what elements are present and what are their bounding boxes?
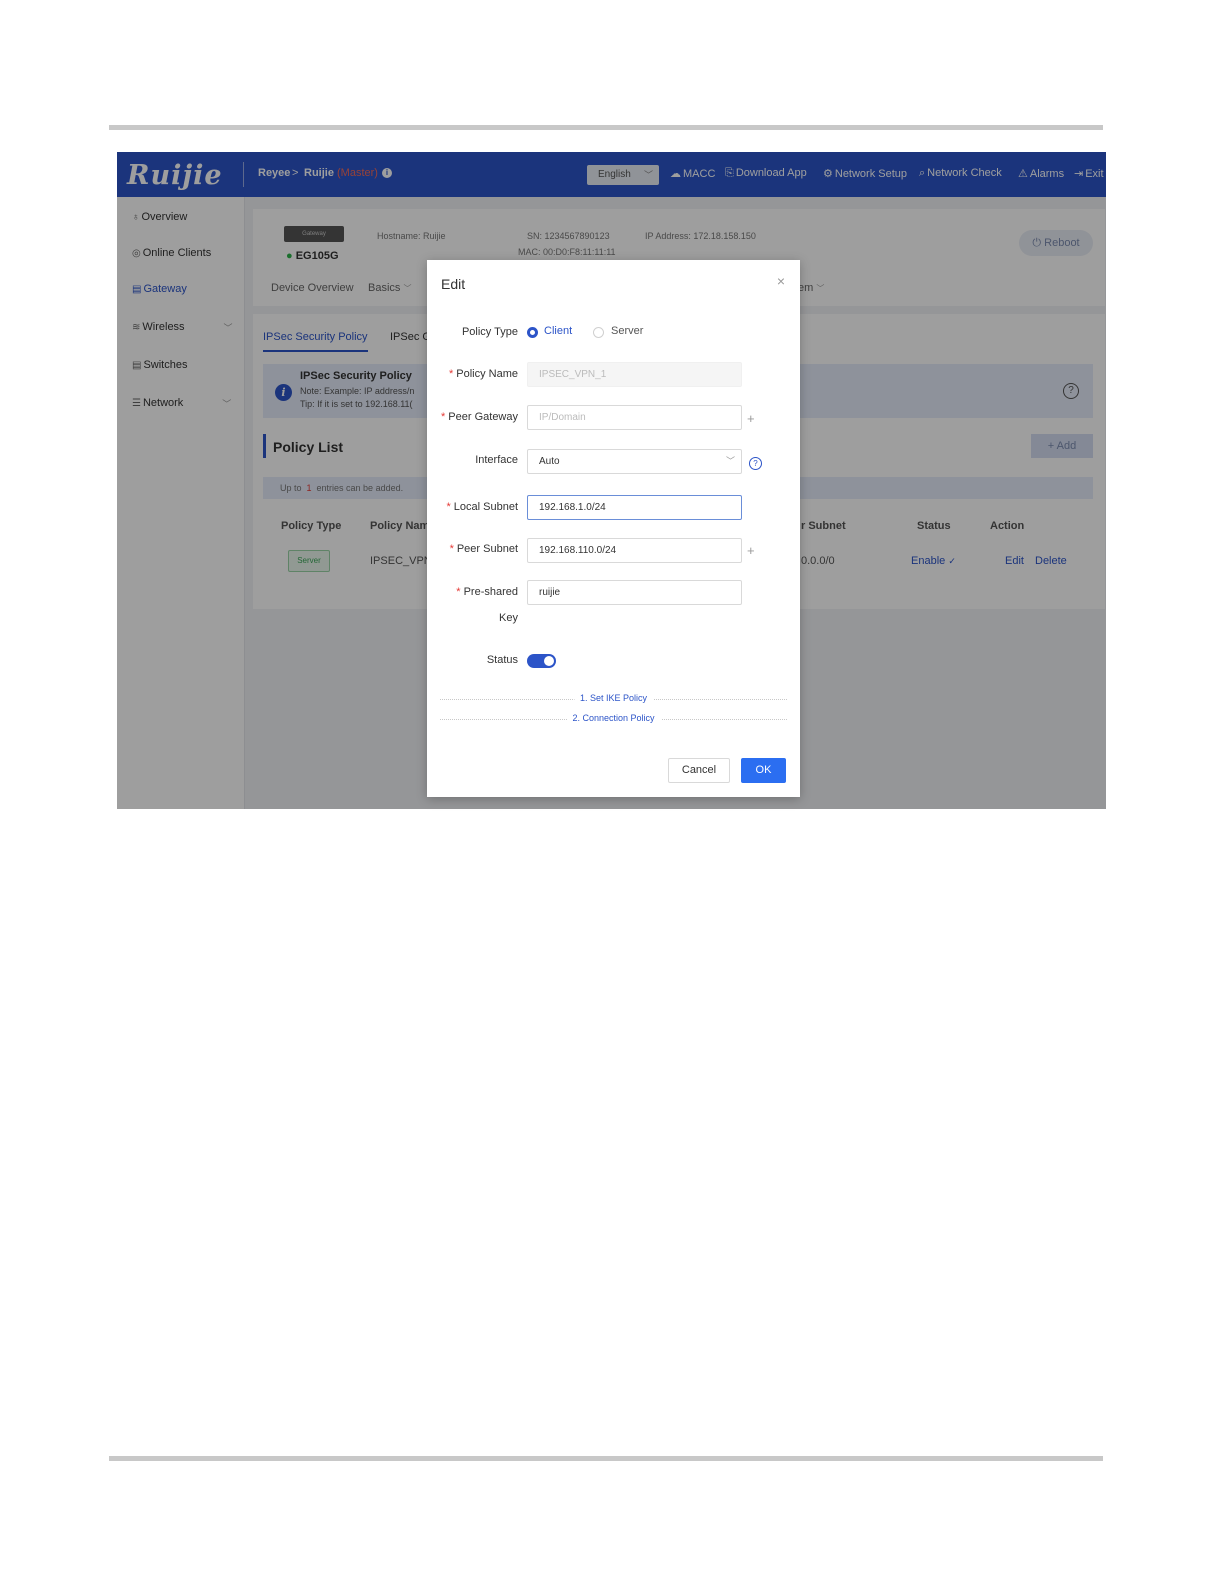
interface-select[interactable]: Auto ﹀ — [527, 449, 742, 474]
radio-client-label[interactable]: Client — [544, 325, 572, 337]
cancel-button[interactable]: Cancel — [668, 758, 730, 783]
bottom-rule — [109, 1456, 1103, 1461]
peer-subnet-label: * Peer Subnet — [449, 543, 518, 555]
radio-client[interactable] — [527, 327, 538, 338]
radio-server[interactable] — [593, 327, 604, 338]
section-ike-policy-label: 1. Set IKE Policy — [573, 693, 654, 703]
peer-gateway-label-text: Peer Gateway — [448, 411, 518, 423]
policy-type-label: Policy Type — [461, 326, 518, 338]
chevron-down-icon: ﹀ — [725, 456, 735, 466]
interface-value: Auto — [539, 456, 560, 467]
psk-label-text: Pre-shared — [463, 586, 518, 598]
close-icon[interactable]: × — [777, 273, 785, 289]
peer-gateway-label: * Peer Gateway — [441, 411, 518, 423]
psk-input[interactable] — [527, 580, 742, 605]
edit-dialog: Edit × Policy Type Client Server * Policy… — [427, 260, 800, 797]
peer-gateway-input[interactable] — [527, 405, 742, 430]
status-toggle[interactable] — [527, 654, 556, 668]
local-subnet-input[interactable] — [527, 495, 742, 520]
local-subnet-label: * Local Subnet — [446, 501, 519, 513]
status-label: Status — [486, 654, 518, 666]
add-peer-subnet-icon[interactable]: + — [747, 543, 755, 558]
interface-label: Interface — [475, 454, 518, 466]
psk-label-line2: Key — [499, 612, 518, 624]
add-peer-gateway-icon[interactable]: + — [747, 411, 755, 426]
section-ike-policy[interactable]: 1. Set IKE Policy — [440, 693, 787, 705]
policy-name-label-text: Policy Name — [456, 368, 518, 380]
section-connection-policy-label: 2. Connection Policy — [566, 713, 661, 723]
peer-subnet-input[interactable] — [527, 538, 742, 563]
help-icon[interactable]: ? — [749, 457, 762, 470]
section-connection-policy[interactable]: 2. Connection Policy — [440, 713, 787, 725]
top-rule — [109, 125, 1103, 130]
local-subnet-label-text: Local Subnet — [453, 501, 518, 513]
ok-button[interactable]: OK — [741, 758, 786, 783]
peer-subnet-label-text: Peer Subnet — [456, 543, 518, 555]
toggle-knob — [544, 656, 554, 666]
policy-name-label: * Policy Name — [448, 368, 518, 380]
psk-label: * Pre-shared — [456, 586, 518, 598]
dialog-title: Edit — [441, 276, 466, 292]
policy-name-input — [527, 362, 742, 387]
radio-server-label[interactable]: Server — [611, 325, 643, 337]
